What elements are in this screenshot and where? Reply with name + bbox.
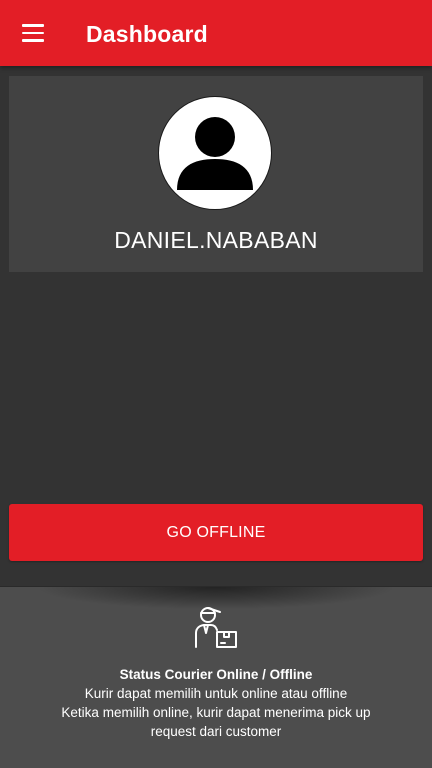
courier-package-icon: [195, 607, 237, 648]
username-label: DANIEL.NABABAN: [114, 227, 318, 253]
info-line: Kurir dapat memilih untuk online atau of…: [84, 686, 348, 701]
go-offline-button[interactable]: GO OFFLINE: [9, 504, 423, 561]
user-avatar-icon: [158, 96, 272, 210]
app-bar: Dashboard: [0, 0, 432, 66]
profile-card: DANIEL.NABABAN: [9, 76, 423, 272]
menu-line: [22, 24, 44, 27]
info-line: Ketika memilih online, kurir dapat mener…: [61, 705, 371, 720]
menu-line: [22, 31, 44, 35]
info-title: Status Courier Online / Offline: [119, 667, 313, 682]
info-panel: Status Courier Online / Offline Kurir da…: [0, 586, 432, 768]
hamburger-menu-icon[interactable]: [9, 15, 57, 51]
page-title: Dashboard: [86, 21, 208, 47]
dashboard-screen: Dashboard DANIEL.NABABAN GO OFFLINE Stat…: [0, 0, 432, 768]
menu-line: [22, 39, 44, 42]
info-line: request dari customer: [150, 724, 282, 739]
avatar-silhouette: [177, 117, 253, 190]
